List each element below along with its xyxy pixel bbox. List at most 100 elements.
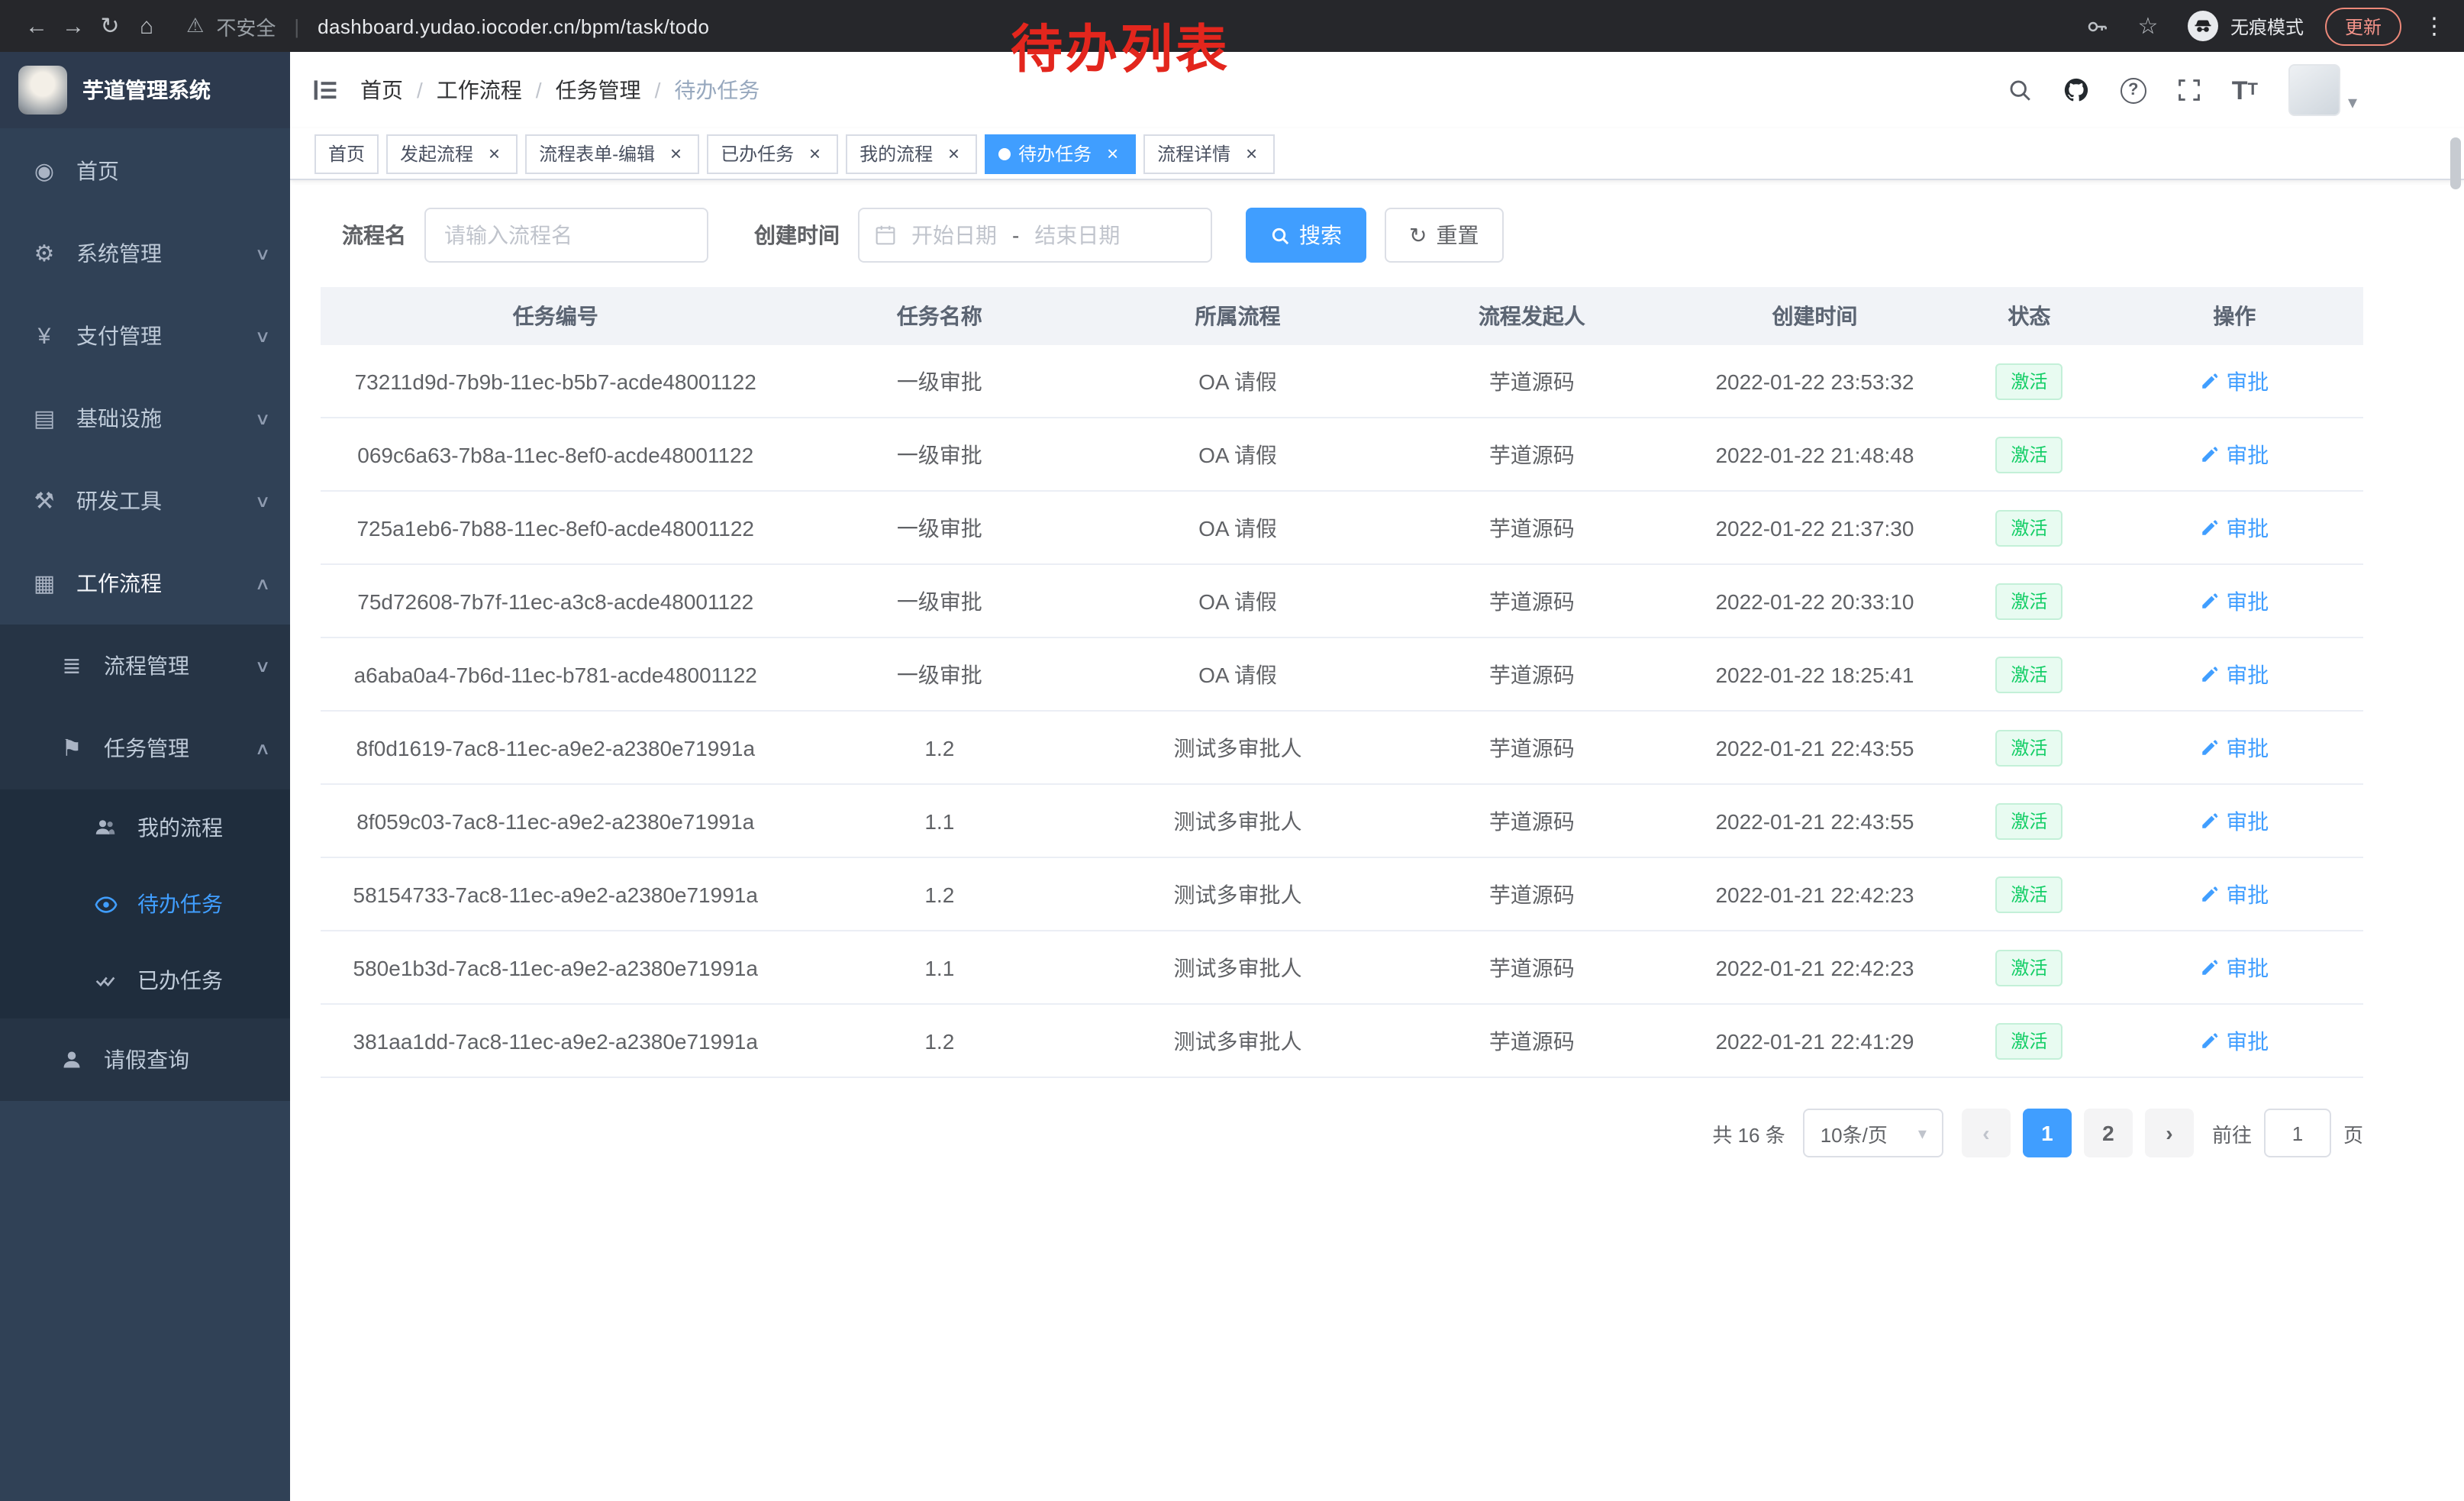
- reload-icon[interactable]: ↻: [92, 12, 128, 40]
- top-navbar: 首页/工作流程/任务管理/待办任务 ?: [290, 52, 2464, 128]
- approve-link[interactable]: 审批: [2200, 439, 2269, 470]
- sidebar-item-system[interactable]: ⚙ 系统管理 ∨: [0, 212, 290, 295]
- action-cell: 审批: [2106, 512, 2363, 543]
- tab-item[interactable]: 发起流程×: [386, 134, 518, 173]
- fullscreen-icon[interactable]: [2177, 78, 2201, 102]
- browser-menu-icon[interactable]: ⋮: [2423, 12, 2446, 40]
- created-cell: 2022-01-22 21:48:48: [1677, 442, 1953, 466]
- search-icon[interactable]: [2008, 78, 2032, 102]
- approve-link[interactable]: 审批: [2200, 879, 2269, 909]
- task-id-cell: 381aa1dd-7ac8-11ec-a9e2-a2380e71991a: [321, 1028, 790, 1053]
- password-key-icon[interactable]: [2085, 15, 2108, 37]
- table-row: 8f059c03-7ac8-11ec-a9e2-a2380e71991a1.1测…: [321, 785, 2363, 858]
- tab-close-icon[interactable]: ×: [1241, 144, 1261, 163]
- sidebar-item-todo-tasks[interactable]: 待办任务: [0, 866, 290, 942]
- app-logo[interactable]: 芋道管理系统: [0, 52, 290, 128]
- chevron-down-icon: ∨: [254, 408, 270, 428]
- bookmark-star-icon[interactable]: ☆: [2130, 12, 2166, 40]
- update-button[interactable]: 更新: [2325, 7, 2401, 45]
- tab-label: 已办任务: [721, 140, 794, 166]
- tab-close-icon[interactable]: ×: [943, 144, 963, 163]
- created-cell: 2022-01-21 22:43:55: [1677, 735, 1953, 760]
- created-cell: 2022-01-21 22:41:29: [1677, 1028, 1953, 1053]
- tab-item[interactable]: 流程表单-编辑×: [525, 134, 699, 173]
- font-size-icon[interactable]: TT: [2232, 77, 2258, 103]
- tools-icon: ⚒: [27, 487, 61, 515]
- page-button-1[interactable]: 1: [2023, 1109, 2072, 1157]
- goto-page-input[interactable]: [2264, 1109, 2331, 1157]
- tab-item[interactable]: 我的流程×: [846, 134, 977, 173]
- page-button-2[interactable]: 2: [2084, 1109, 2133, 1157]
- breadcrumb-item[interactable]: 工作流程: [437, 75, 522, 105]
- sidebar-item-done-tasks[interactable]: 已办任务: [0, 942, 290, 1018]
- status-cell: 激活: [1953, 802, 2106, 839]
- url-text: dashboard.yudao.iocoder.cn/bpm/task/todo: [318, 15, 709, 37]
- initiator-cell: 芋道源码: [1387, 659, 1677, 689]
- page-size-select[interactable]: 10条/页 ▾: [1804, 1109, 1943, 1157]
- approve-link[interactable]: 审批: [2200, 952, 2269, 983]
- approve-link[interactable]: 审批: [2200, 805, 2269, 836]
- status-cell: 激活: [1953, 509, 2106, 546]
- sidebar-item-process-mgmt[interactable]: ≣ 流程管理 ∨: [0, 625, 290, 707]
- goto-label: 前往: [2212, 1118, 2252, 1148]
- back-icon[interactable]: ←: [18, 13, 55, 39]
- sidebar-item-devtools[interactable]: ⚒ 研发工具 ∨: [0, 460, 290, 542]
- status-cell: 激活: [1953, 1022, 2106, 1059]
- approve-link[interactable]: 审批: [2200, 1025, 2269, 1056]
- sidebar-item-payment[interactable]: ¥ 支付管理 ∨: [0, 295, 290, 377]
- tab-item[interactable]: 流程详情 ×: [1143, 134, 1275, 173]
- forward-icon[interactable]: →: [55, 13, 92, 39]
- process-name-input[interactable]: [424, 208, 708, 263]
- sidebar-collapse-icon[interactable]: [311, 76, 339, 104]
- tab-item[interactable]: 已办任务 ×: [707, 134, 838, 173]
- home-icon[interactable]: ⌂: [128, 13, 165, 39]
- next-page-button[interactable]: ›: [2145, 1109, 2194, 1157]
- sidebar-item-label: 流程管理: [104, 650, 189, 681]
- gear-icon: ⚙: [27, 240, 61, 267]
- tab-label: 流程详情: [1157, 140, 1230, 166]
- user-menu[interactable]: ▾: [2288, 64, 2357, 116]
- table-row: 725a1eb6-7b88-11ec-8ef0-acde48001122一级审批…: [321, 492, 2363, 565]
- approve-link[interactable]: 审批: [2200, 512, 2269, 543]
- search-button[interactable]: 搜索: [1246, 208, 1366, 263]
- date-range-picker[interactable]: 开始日期 - 结束日期: [858, 208, 1212, 263]
- column-header: 创建时间: [1677, 301, 1953, 331]
- tab-close-icon[interactable]: ×: [805, 144, 824, 163]
- approve-link[interactable]: 审批: [2200, 586, 2269, 616]
- sidebar-item-leave-query[interactable]: 请假查询: [0, 1018, 290, 1101]
- sidebar-item-label: 已办任务: [137, 965, 223, 996]
- created-cell: 2022-01-22 21:37:30: [1677, 515, 1953, 540]
- task-name-cell: 一级审批: [790, 439, 1088, 470]
- tab-item[interactable]: 首页: [314, 134, 379, 173]
- annotation-overlay: 待办列表: [1011, 8, 1230, 82]
- sidebar-item-task-mgmt[interactable]: ⚑ 任务管理 ∧: [0, 707, 290, 789]
- approve-link[interactable]: 审批: [2200, 659, 2269, 689]
- breadcrumb-item[interactable]: 任务管理: [556, 75, 641, 105]
- scrollbar-thumb[interactable]: [2450, 137, 2461, 189]
- table-row: 069c6a63-7b8a-11ec-8ef0-acde48001122一级审批…: [321, 418, 2363, 492]
- tab-close-icon[interactable]: ×: [1102, 144, 1122, 163]
- sidebar-item-label: 支付管理: [76, 321, 162, 351]
- tab-item[interactable]: 待办任务×: [985, 134, 1136, 173]
- column-header: 所属流程: [1088, 301, 1387, 331]
- address-bar[interactable]: ⚠ 不安全 | dashboard.yudao.iocoder.cn/bpm/t…: [186, 11, 709, 40]
- reset-button[interactable]: ↻ 重置: [1385, 208, 1503, 263]
- tab-close-icon[interactable]: ×: [666, 144, 685, 163]
- sidebar-item-my-process[interactable]: 我的流程: [0, 789, 290, 866]
- prev-page-button[interactable]: ‹: [1962, 1109, 2011, 1157]
- action-cell: 审批: [2106, 805, 2363, 836]
- approve-link[interactable]: 审批: [2200, 366, 2269, 396]
- help-icon[interactable]: ?: [2121, 77, 2146, 103]
- navbar-actions: ? TT ▾: [2008, 64, 2433, 116]
- status-badge: 激活: [1995, 729, 2062, 766]
- tab-close-icon[interactable]: ×: [484, 144, 504, 163]
- end-date-placeholder: 结束日期: [1034, 220, 1120, 250]
- github-icon[interactable]: [2062, 76, 2090, 104]
- sidebar-item-home[interactable]: ◉ 首页: [0, 130, 290, 212]
- breadcrumb-item[interactable]: 首页: [360, 75, 403, 105]
- column-header: 流程发起人: [1387, 301, 1677, 331]
- task-name-cell: 一级审批: [790, 659, 1088, 689]
- approve-link[interactable]: 审批: [2200, 732, 2269, 763]
- sidebar-item-workflow[interactable]: ▦ 工作流程 ∧: [0, 542, 290, 625]
- sidebar-item-infra[interactable]: ▤ 基础设施 ∨: [0, 377, 290, 460]
